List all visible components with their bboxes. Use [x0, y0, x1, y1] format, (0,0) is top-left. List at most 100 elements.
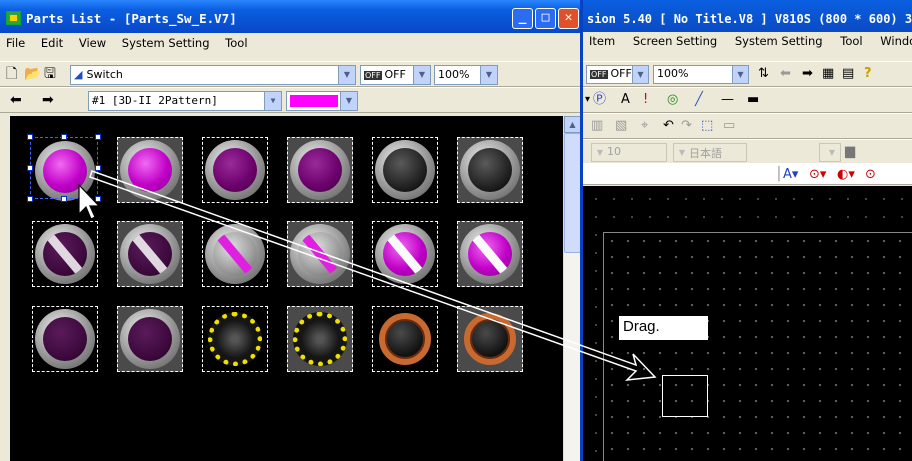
- resize-handle[interactable]: [27, 196, 33, 202]
- resize-handle[interactable]: [61, 196, 67, 202]
- part-tile[interactable]: [202, 137, 268, 203]
- lamp-icon[interactable]: !: [643, 92, 648, 108]
- part-tile[interactable]: [287, 221, 353, 287]
- resize-handle[interactable]: [27, 165, 33, 171]
- save-icon[interactable]: 🖫: [44, 66, 56, 82]
- parts-toolbar-2: ⬅ ➡ #1 [3D-II 2Pattern] ▼ ▼: [0, 87, 580, 113]
- forward-arrow-icon[interactable]: ➡: [802, 66, 813, 82]
- text-color-icon[interactable]: A▾: [783, 167, 798, 183]
- maximize-button[interactable]: □: [535, 8, 556, 29]
- pointer-icon[interactable]: ⌖: [641, 118, 648, 134]
- bold-block-icon[interactable]: ▆: [845, 144, 855, 160]
- fill-icon[interactable]: ▬: [747, 92, 759, 108]
- line-icon[interactable]: ╱: [695, 92, 703, 108]
- back-arrow-icon[interactable]: ⬅: [10, 92, 22, 108]
- parts-circle-icon[interactable]: Ⓟ: [593, 92, 606, 108]
- menu-system-setting[interactable]: System Setting: [122, 36, 210, 50]
- scroll-thumb[interactable]: [564, 133, 580, 253]
- part-tile[interactable]: [32, 306, 98, 372]
- forward-arrow-icon[interactable]: ➡: [42, 92, 54, 108]
- part-tile[interactable]: [32, 221, 98, 287]
- menu-view[interactable]: View: [79, 36, 106, 50]
- app-icon: [6, 11, 21, 25]
- zoom-combo[interactable]: 100% ▼: [653, 65, 749, 84]
- menu-window[interactable]: Window: [880, 34, 912, 48]
- edge-color-icon[interactable]: ◐▾: [837, 167, 855, 183]
- text-icon[interactable]: A: [621, 92, 630, 108]
- menu-edit[interactable]: Edit: [41, 36, 63, 50]
- menu-item[interactable]: Item: [589, 34, 615, 48]
- move-icon[interactable]: ⇅: [758, 66, 769, 82]
- screen-frame[interactable]: [603, 232, 912, 461]
- part-tile[interactable]: [457, 306, 523, 372]
- color-swatch: [290, 95, 338, 107]
- chevron-down-icon: ▼: [413, 66, 430, 84]
- chevron-down-icon: ▼: [338, 66, 355, 84]
- select-icon[interactable]: ⬚: [701, 118, 713, 134]
- line-style-icon[interactable]: —: [721, 92, 734, 108]
- parts-list-window: Parts List - [Parts_Sw_E.V7] _ □ ✕ File …: [0, 0, 583, 461]
- font-size-combo[interactable]: 10 ▼: [591, 143, 667, 162]
- color-combo[interactable]: ▼: [286, 91, 358, 111]
- resize-handle[interactable]: [61, 134, 67, 140]
- drag-label: Drag.: [619, 316, 708, 340]
- resize-handle[interactable]: [95, 134, 101, 140]
- state-combo[interactable]: OFF OFF ▼: [360, 65, 431, 85]
- chevron-down-icon: ▼: [592, 144, 608, 161]
- vertical-scrollbar[interactable]: ▲: [563, 116, 580, 461]
- chevron-down-icon[interactable]: ▾: [585, 92, 590, 108]
- part-tile[interactable]: [202, 306, 268, 372]
- parts-list-titlebar[interactable]: Parts List - [Parts_Sw_E.V7] _ □ ✕: [0, 0, 580, 33]
- scroll-up-icon[interactable]: ▲: [564, 116, 580, 133]
- drop-target-box: [662, 375, 708, 417]
- part-tile[interactable]: [372, 137, 438, 203]
- zoom-combo[interactable]: 100% ▼: [434, 65, 498, 85]
- state-combo[interactable]: OFF OFF ▼: [586, 65, 649, 84]
- list-icon[interactable]: ▤: [842, 66, 854, 82]
- align-icon[interactable]: ▥: [591, 118, 603, 134]
- resize-handle[interactable]: [95, 165, 101, 171]
- parts-list-title: Parts List - [Parts_Sw_E.V7]: [26, 11, 237, 26]
- new-file-icon[interactable]: 🗋: [6, 66, 17, 82]
- editor-toolbar-3: ▥ ▧ ⌖ ↶ ↷ ⬚ ▭: [583, 113, 912, 139]
- menu-tool[interactable]: Tool: [225, 36, 247, 50]
- undo-icon[interactable]: ↶: [663, 118, 674, 134]
- distribute-icon[interactable]: ▧: [615, 118, 627, 134]
- open-folder-icon[interactable]: 📂: [24, 66, 41, 82]
- part-tile[interactable]: [117, 306, 183, 372]
- graphic-icon[interactable]: ◎: [667, 92, 678, 108]
- grid-icon[interactable]: ▦: [822, 66, 834, 82]
- part-tile[interactable]: [287, 306, 353, 372]
- editor-window: sion 5.40 [ No Title.V8 ] V810S (800 * 6…: [583, 0, 912, 461]
- target-icon[interactable]: ⊙: [865, 167, 876, 183]
- menu-file[interactable]: File: [6, 36, 25, 50]
- pattern-combo[interactable]: #1 [3D-II 2Pattern] ▼: [88, 91, 282, 111]
- part-tile[interactable]: [287, 137, 353, 203]
- copy-format-icon[interactable]: ▭: [723, 118, 735, 134]
- category-combo[interactable]: ◢ Switch ▼: [70, 65, 356, 85]
- separator: │: [775, 167, 783, 182]
- resize-handle[interactable]: [27, 134, 33, 140]
- part-tile[interactable]: [372, 221, 438, 287]
- style-combo[interactable]: ▼: [819, 143, 841, 162]
- back-arrow-icon[interactable]: ⬅: [780, 66, 791, 82]
- editor-toolbar-4: 10 ▼ 日本語 ▼ ▼ ▆: [583, 139, 912, 165]
- part-tile[interactable]: [117, 221, 183, 287]
- menu-system-setting[interactable]: System Setting: [735, 34, 823, 48]
- part-tile[interactable]: [372, 306, 438, 372]
- redo-icon[interactable]: ↷: [681, 118, 692, 134]
- part-tile[interactable]: [457, 137, 523, 203]
- part-tile[interactable]: [457, 221, 523, 287]
- part-tile[interactable]: [117, 137, 183, 203]
- help-icon[interactable]: ?: [864, 66, 872, 82]
- circle-color-icon[interactable]: ⊙▾: [809, 167, 826, 183]
- language-combo[interactable]: 日本語 ▼: [673, 143, 747, 162]
- menu-screen-setting[interactable]: Screen Setting: [633, 34, 717, 48]
- close-button[interactable]: ✕: [558, 8, 579, 29]
- menu-tool[interactable]: Tool: [840, 34, 862, 48]
- minimize-button[interactable]: _: [512, 8, 533, 29]
- chevron-down-icon: ▼: [632, 66, 648, 83]
- editor-toolbar-5: │ A▾ ⊙▾ ◐▾ ⊙: [583, 163, 912, 185]
- part-tile[interactable]: [202, 221, 268, 287]
- chevron-down-icon: ▼: [264, 92, 281, 110]
